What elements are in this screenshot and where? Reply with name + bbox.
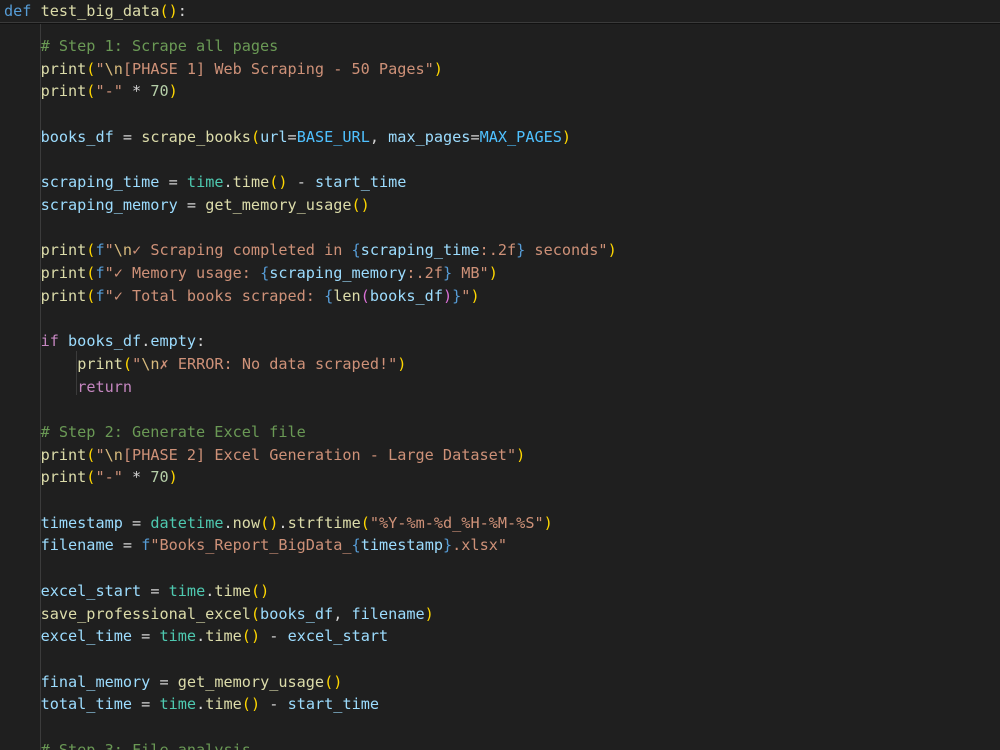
code-line[interactable]: excel_time = time.time() - excel_start (4, 625, 389, 647)
code-line[interactable] (4, 307, 41, 329)
code-line[interactable] (4, 716, 41, 738)
code-line[interactable]: print(f"\n✓ Scraping completed in {scrap… (4, 239, 617, 261)
code-line[interactable]: print("\n[PHASE 2] Excel Generation - La… (4, 444, 526, 466)
code-line[interactable]: print("\n✗ ERROR: No data scraped!") (4, 353, 406, 375)
code-line[interactable]: save_professional_excel(books_df, filena… (4, 603, 434, 625)
code-line[interactable] (4, 489, 41, 511)
code-comment-line[interactable]: # Step 3: File analysis (4, 739, 251, 750)
code-line[interactable]: print(f"✓ Total books scraped: {len(book… (4, 285, 480, 307)
code-line[interactable] (4, 557, 41, 579)
code-line[interactable]: excel_start = time.time() (4, 580, 270, 602)
code-line[interactable]: print("-" * 70) (4, 80, 178, 102)
code-line[interactable] (4, 217, 41, 239)
code-line[interactable]: return (4, 376, 132, 398)
code-line[interactable]: books_df = scrape_books(url=BASE_URL, ma… (4, 126, 571, 148)
code-editor[interactable]: def test_big_data(): # Step 1: Scrape al… (0, 0, 1000, 750)
code-line[interactable]: print(f"✓ Memory usage: {scraping_memory… (4, 262, 498, 284)
code-line[interactable]: filename = f"Books_Report_BigData_{times… (4, 534, 507, 556)
code-line[interactable] (4, 149, 41, 171)
code-line[interactable] (4, 648, 41, 670)
code-line[interactable]: final_memory = get_memory_usage() (4, 671, 343, 693)
code-line[interactable] (4, 103, 41, 125)
code-line[interactable]: if books_df.empty: (4, 330, 206, 352)
code-line[interactable]: print("-" * 70) (4, 466, 178, 488)
code-comment-line[interactable]: # Step 2: Generate Excel file (4, 421, 306, 443)
code-comment-line[interactable]: # Step 1: Scrape all pages (4, 35, 279, 57)
code-line[interactable]: scraping_memory = get_memory_usage() (4, 194, 370, 216)
sticky-function-signature[interactable]: def test_big_data(): (4, 0, 187, 22)
code-line[interactable]: scraping_time = time.time() - start_time (4, 171, 407, 193)
function-name: test_big_data (40, 2, 160, 20)
code-line[interactable]: timestamp = datetime.now().strftime("%Y-… (4, 512, 553, 534)
code-line[interactable] (4, 398, 41, 420)
sticky-scroll-header[interactable]: def test_big_data(): (0, 0, 1000, 23)
keyword-def: def (4, 2, 32, 20)
close-paren: ) (168, 2, 178, 20)
code-line[interactable]: print("\n[PHASE 1] Web Scraping - 50 Pag… (4, 58, 443, 80)
open-paren: ( (159, 2, 169, 20)
colon: : (177, 2, 187, 20)
code-line[interactable]: total_time = time.time() - start_time (4, 693, 379, 715)
